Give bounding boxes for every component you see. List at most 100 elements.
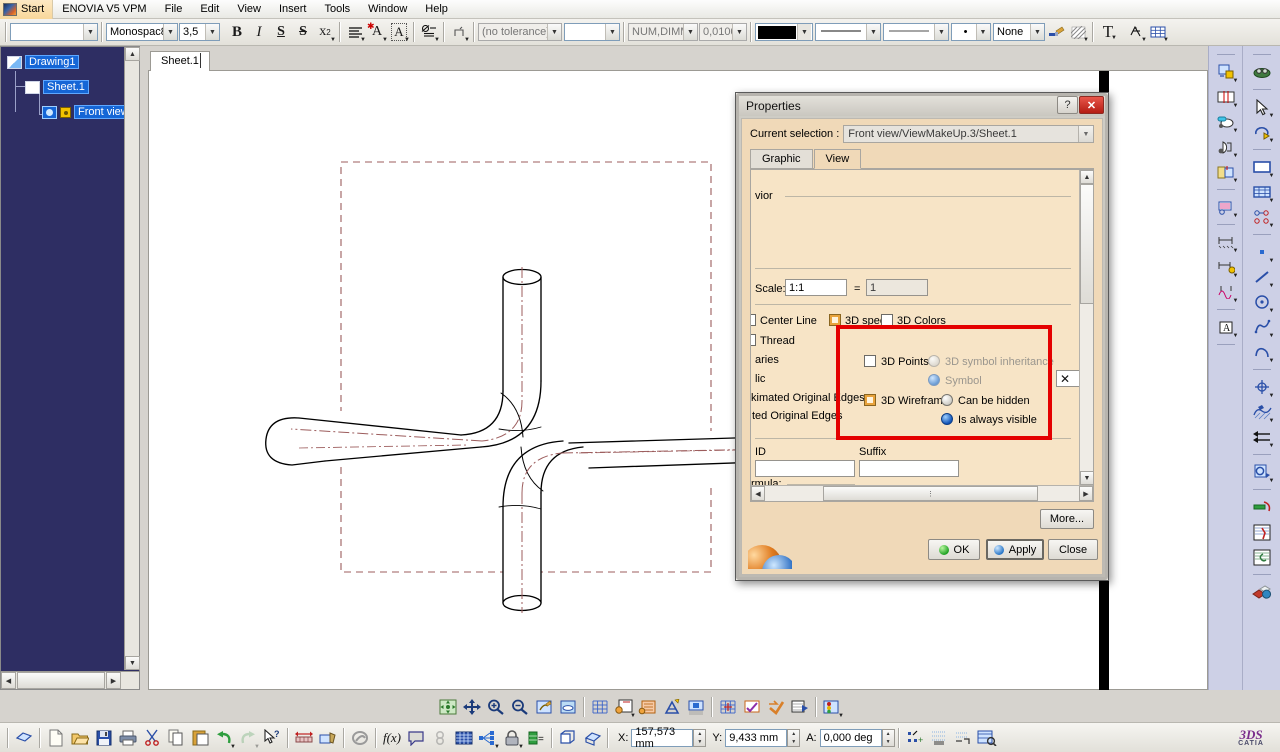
spin-down-icon[interactable]: ▼	[883, 738, 894, 746]
copy-icon[interactable]	[164, 726, 188, 750]
scroll-down-icon[interactable]: ▼	[125, 656, 140, 670]
tab-graphic[interactable]: Graphic	[750, 149, 813, 168]
chevron-down-icon[interactable]: ▼	[1078, 126, 1093, 142]
spin-down-icon[interactable]: ▼	[694, 738, 705, 746]
tree-node-sheet1[interactable]: Sheet.1	[25, 80, 89, 94]
dialog-titlebar[interactable]: Properties	[739, 96, 1105, 116]
check-geometry-icon[interactable]	[740, 695, 764, 719]
tree-horizontal-scrollbar[interactable]: ◀ ▶	[1, 671, 139, 689]
checkbox-thread[interactable]	[751, 334, 756, 346]
datum-feature-icon[interactable]: ▼	[448, 21, 470, 43]
x-coordinate-input[interactable]: 157,573 mm	[631, 726, 694, 750]
view-cube-icon[interactable]	[580, 726, 604, 750]
paint-cut-icon[interactable]: ▼	[1213, 110, 1239, 134]
half-section-icon[interactable]: ▼	[1213, 135, 1239, 159]
connect-curve-icon[interactable]: ▼	[1249, 340, 1275, 364]
chevron-down-icon[interactable]: ▼	[1233, 213, 1239, 219]
lineweight-combo[interactable]: ▼	[883, 23, 949, 41]
color-scheme-icon[interactable]: ▼	[820, 695, 844, 719]
point-icon[interactable]: ▼	[1249, 240, 1275, 264]
new-sheet-icon[interactable]: ▼	[612, 695, 636, 719]
properties-dialog[interactable]: Properties ? ✕ Current selection : Front…	[735, 92, 1109, 581]
chevron-down-icon[interactable]: ▼	[1163, 37, 1169, 43]
dimension-precision-combo[interactable]: 0,0100 ▼	[699, 23, 747, 41]
bold-button[interactable]: B	[226, 21, 248, 43]
text-anchor-icon[interactable]: ✱ A ▼	[366, 21, 388, 43]
whats-this-icon[interactable]: ?	[260, 726, 284, 750]
chevron-down-icon[interactable]: ▼	[1233, 273, 1239, 279]
chevron-down-icon[interactable]: ▼	[330, 37, 336, 43]
snap-point-icon[interactable]: +	[903, 726, 927, 750]
menu-item-help[interactable]: Help	[416, 0, 457, 19]
detail-callout-icon[interactable]: ▼	[1213, 195, 1239, 219]
measure-inertia-icon[interactable]	[348, 726, 372, 750]
snap-grid-icon[interactable]	[927, 726, 951, 750]
cut-icon[interactable]	[140, 726, 164, 750]
grid-snap-icon[interactable]	[716, 695, 740, 719]
x-spinner[interactable]: ▲ ▼	[693, 728, 707, 747]
checkbox-center-line[interactable]	[751, 314, 756, 326]
chevron-down-icon[interactable]: ▼	[1269, 113, 1275, 119]
chevron-down-icon[interactable]: ▼	[1233, 103, 1239, 109]
isometric-view-icon[interactable]	[556, 726, 580, 750]
radio-symbol[interactable]	[928, 374, 940, 386]
image-effects-icon[interactable]	[1249, 545, 1275, 569]
properties-horizontal-scrollbar[interactable]: ◀ ⋮ ▶	[751, 485, 1093, 501]
paste-icon[interactable]	[188, 726, 212, 750]
linetype-combo[interactable]: ▼	[815, 23, 881, 41]
tree-node-drawing1[interactable]: Drawing1	[7, 55, 80, 69]
arrow-icon[interactable]: ▼	[1249, 425, 1275, 449]
paint-brush-icon[interactable]	[1045, 21, 1067, 43]
grid-icon[interactable]	[588, 695, 612, 719]
chevron-down-icon[interactable]: ▼	[1233, 248, 1239, 254]
save-icon[interactable]	[92, 726, 116, 750]
dimension-format-combo[interactable]: NUM,DIMM ▼	[628, 23, 698, 41]
font-family-combo[interactable]: Monospac821 ▼	[106, 23, 178, 41]
material-icon[interactable]	[1249, 580, 1275, 604]
chevron-down-icon[interactable]: ▼	[605, 24, 619, 40]
scroll-up-icon[interactable]: ▲	[125, 47, 140, 61]
lock-icon[interactable]: ▼	[500, 726, 524, 750]
chevron-down-icon[interactable]: ▼	[1269, 138, 1275, 144]
chevron-down-icon[interactable]: ▼	[934, 24, 948, 40]
chevron-down-icon[interactable]: ▼	[1269, 333, 1275, 339]
radio-is-always-visible[interactable]	[941, 413, 953, 425]
chevron-down-icon[interactable]: ▼	[838, 713, 844, 719]
redo-icon[interactable]: ▼	[236, 726, 260, 750]
spin-down-icon[interactable]: ▼	[788, 738, 799, 746]
picture-icon[interactable]: ▼	[1249, 460, 1275, 484]
projection-view-icon[interactable]	[684, 695, 708, 719]
suffix-input[interactable]	[859, 460, 959, 477]
chevron-down-icon[interactable]: ▼	[1269, 173, 1275, 179]
menu-item-view[interactable]: View	[228, 0, 270, 19]
pan-icon[interactable]	[460, 695, 484, 719]
workbench-icon[interactable]	[12, 726, 36, 750]
line-icon[interactable]: ▼	[1249, 265, 1275, 289]
underline-button[interactable]: S	[270, 21, 292, 43]
point-cloud-icon[interactable]: ▼	[1249, 205, 1275, 229]
circle-icon[interactable]: ▼	[1249, 290, 1275, 314]
angle-spinner[interactable]: ▲ ▼	[881, 728, 895, 747]
comment-icon[interactable]	[404, 726, 428, 750]
generative-view-icon[interactable]	[788, 695, 812, 719]
relations-icon[interactable]: ▼	[476, 726, 500, 750]
tolerance-combo[interactable]: (no tolerance) ▼	[478, 23, 562, 41]
measure-arrow-icon[interactable]	[1249, 495, 1275, 519]
new-document-icon[interactable]	[44, 726, 68, 750]
analyze-icon[interactable]	[975, 726, 999, 750]
chevron-down-icon[interactable]: ▼	[975, 24, 990, 40]
chevron-down-icon[interactable]: ▼	[1111, 35, 1117, 41]
y-coordinate-input[interactable]: 9,433 mm	[725, 728, 788, 747]
tree-node-front-view[interactable]: Front view	[42, 105, 124, 119]
spin-up-icon[interactable]: ▲	[883, 730, 894, 738]
measure-item-icon[interactable]	[316, 726, 340, 750]
chevron-down-icon[interactable]: ▼	[866, 24, 880, 40]
scroll-thumb[interactable]	[17, 672, 105, 689]
table-icon[interactable]: ▼	[1147, 21, 1169, 43]
menu-item-file[interactable]: File	[156, 0, 192, 19]
scroll-right-icon[interactable]: ▶	[106, 672, 121, 689]
text-frame-icon[interactable]: A ▼	[388, 21, 410, 43]
hatching-icon[interactable]: ▼	[1249, 400, 1275, 424]
chamfer-dimension-icon[interactable]: ▼	[1213, 255, 1239, 279]
chevron-down-icon[interactable]: ▼	[1269, 393, 1275, 399]
